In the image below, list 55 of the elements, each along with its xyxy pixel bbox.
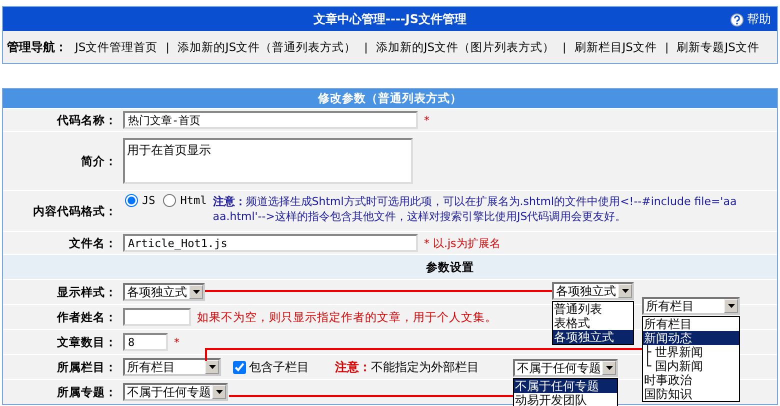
dropdown[interactable]: 不属于任何专题	[123, 383, 228, 401]
list-option[interactable]: 不属于任何专题	[514, 379, 617, 393]
required-mark: *	[174, 336, 180, 348]
field-label: 所属专题：	[56, 384, 118, 400]
caret-icon	[606, 366, 612, 370]
field-label: 作者姓名：	[56, 308, 118, 326]
field-label: 显示样式：	[56, 284, 118, 300]
list-option[interactable]: 各项独立式	[553, 330, 633, 344]
caret-icon	[622, 289, 628, 293]
nav-label: 管理导航：	[7, 38, 67, 56]
radio-button[interactable]	[163, 194, 176, 207]
list-option[interactable]: 新闻动态	[643, 331, 739, 345]
field-label: 内容代码格式：	[32, 202, 118, 220]
required-note: *	[424, 114, 430, 126]
hint-text: 如果不为空，则只显示指定作者的文章，用于个人文集。	[197, 310, 497, 324]
text-area[interactable]: 用于在首页显示	[123, 138, 413, 184]
separator: |	[562, 40, 566, 54]
field-label: 文章数目：	[56, 334, 118, 350]
help-icon	[730, 12, 744, 26]
separator: |	[364, 40, 368, 54]
radio-option[interactable]: Html	[161, 194, 207, 207]
field-label: 简介：	[80, 152, 118, 170]
required-note: * 以.js为扩展名	[424, 236, 500, 250]
field-label: 代码名称：	[56, 112, 118, 128]
input-field[interactable]: 热门文章-首页	[123, 111, 418, 129]
dropdown[interactable]: 各项独立式	[123, 283, 205, 301]
separator: |	[166, 40, 170, 54]
page-title: 文章中心管理----JS文件管理	[313, 10, 467, 28]
field-label: 文件名：	[68, 234, 118, 252]
caret-icon	[208, 365, 216, 369]
caret-icon	[192, 290, 200, 294]
input-field[interactable]: 8	[123, 333, 168, 351]
category-note: 注意：不能指定为外部栏目	[335, 358, 479, 376]
caret-icon	[216, 390, 222, 394]
radio-button[interactable]	[125, 194, 138, 207]
dropdown[interactable]: 所有栏目	[642, 297, 740, 315]
format-note: 注意：频道选择生成Shtml方式时可选用此项，可以在扩展名为.shtml的文件中使用<!--#include file='aaaa.html'-->这样的指令包含其他文件，这样对搜索引擎比使用JS代码调用会更友好。	[212, 194, 738, 224]
dropdown[interactable]: 不属于任何专题	[513, 359, 618, 377]
nav-link[interactable]: 添加新的JS文件（图片列表方式）	[376, 40, 555, 54]
nav-link[interactable]: 添加新的JS文件（普通列表方式）	[177, 40, 356, 54]
dropdown[interactable]: 各项独立式	[552, 282, 634, 300]
input-field[interactable]	[123, 308, 191, 326]
nav-link[interactable]: 刷新栏目JS文件	[574, 40, 657, 54]
section-title: 参数设置	[425, 260, 474, 274]
section-title: 修改参数（普通列表方式）	[318, 91, 462, 106]
separator: |	[664, 40, 669, 54]
checkbox[interactable]: 包含子栏目	[233, 358, 309, 376]
input-field[interactable]: Article_Hot1.js	[123, 234, 418, 252]
nav-link[interactable]: 刷新专题JS文件	[676, 40, 760, 54]
checkbox-input[interactable]	[233, 360, 246, 374]
field-label: 所属栏目：	[56, 358, 118, 376]
help-link[interactable]: 帮助	[730, 11, 771, 28]
nav-link[interactable]: JS文件管理首页	[75, 40, 158, 54]
dropdown[interactable]: 所有栏目	[123, 358, 221, 376]
radio-option[interactable]: JS	[123, 194, 156, 207]
